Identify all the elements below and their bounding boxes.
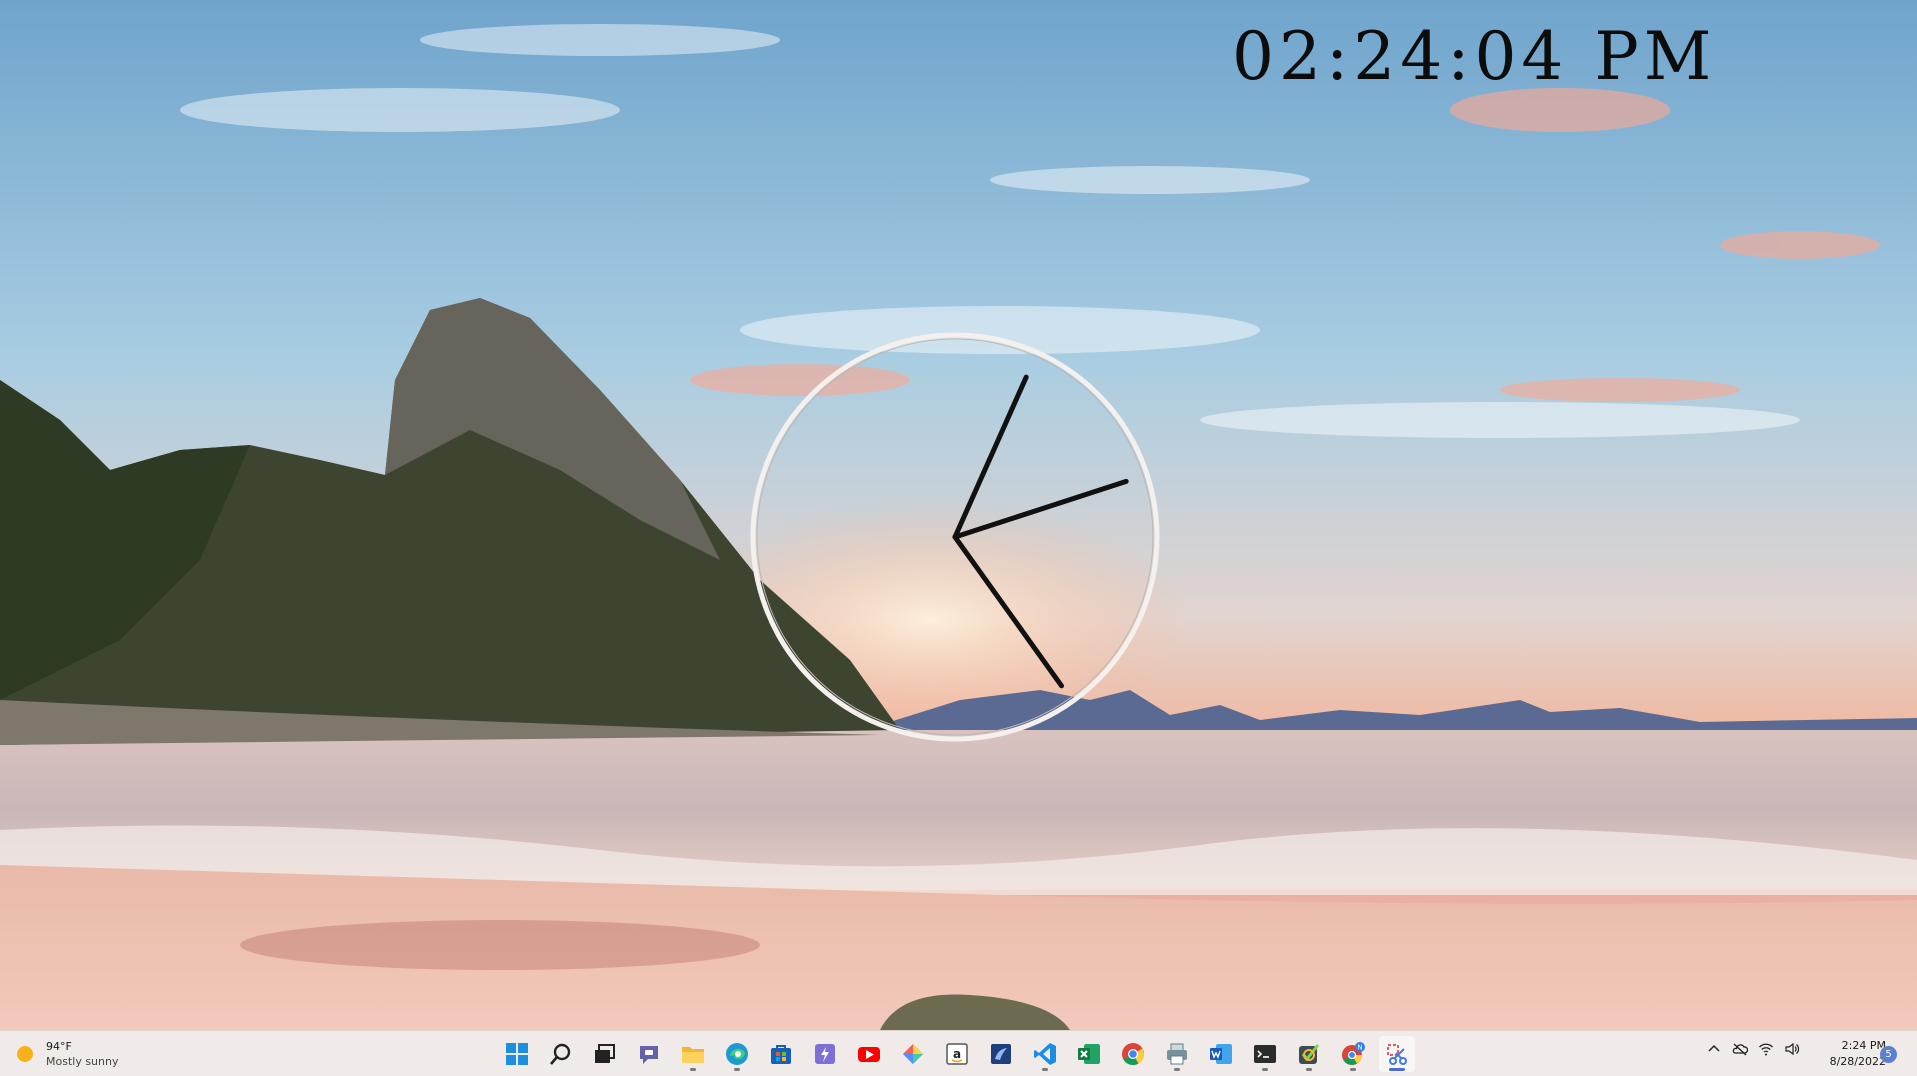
vscode-icon — [1034, 1043, 1056, 1065]
excel-icon — [1078, 1044, 1100, 1064]
running-indicator — [1042, 1068, 1048, 1071]
teams-chat-icon — [640, 1046, 658, 1064]
taskbar-file-explorer[interactable] — [675, 1036, 711, 1072]
taskbar-edge[interactable] — [719, 1036, 755, 1072]
running-indicator — [1262, 1068, 1268, 1071]
weather-condition: Mostly sunny — [46, 1055, 119, 1068]
taskbar-chrome[interactable] — [1115, 1036, 1151, 1072]
youtube-icon — [858, 1047, 880, 1062]
terminal-icon — [1254, 1045, 1276, 1063]
windows-logo-icon — [506, 1043, 528, 1065]
colorful-diamond-icon — [903, 1044, 923, 1064]
chrome-profile-icon: N — [1342, 1042, 1365, 1065]
taskbar-time: 2:24 PM — [1841, 1039, 1886, 1052]
taskbar-date: 8/28/2022 — [1829, 1055, 1886, 1068]
power-automate-icon — [815, 1044, 835, 1064]
folder-icon — [682, 1047, 704, 1063]
sql-server-icon — [991, 1044, 1011, 1064]
running-indicator — [1306, 1068, 1312, 1071]
chevron-up-icon[interactable] — [1706, 1041, 1722, 1057]
edge-icon — [726, 1043, 748, 1065]
taskbar-task-app[interactable] — [1291, 1036, 1327, 1072]
onedrive-offline-icon[interactable] — [1732, 1041, 1748, 1057]
running-indicator — [734, 1068, 740, 1071]
taskbar-sql-server[interactable] — [983, 1036, 1019, 1072]
second-hand — [952, 374, 1029, 540]
taskbar-vscode[interactable] — [1027, 1036, 1063, 1072]
taskbar-printer-app[interactable] — [1159, 1036, 1195, 1072]
running-indicator — [1174, 1068, 1180, 1071]
taskbar-chat[interactable] — [631, 1036, 667, 1072]
taskbar-search[interactable] — [543, 1036, 579, 1072]
weather-widget[interactable]: 94°F Mostly sunny — [14, 1037, 118, 1071]
system-tray — [1706, 1041, 1800, 1057]
minute-hand — [952, 534, 1064, 689]
taskbar-task-view[interactable] — [587, 1036, 623, 1072]
svg-text:a: a — [953, 1047, 961, 1061]
hour-hand — [952, 478, 1129, 540]
store-icon — [771, 1045, 791, 1064]
checkmark-app-icon — [1299, 1044, 1320, 1064]
volume-icon[interactable] — [1784, 1041, 1800, 1057]
taskbar-terminal[interactable] — [1247, 1036, 1283, 1072]
printer-icon — [1167, 1043, 1187, 1065]
taskbar-start[interactable] — [499, 1036, 535, 1072]
taskbar-excel[interactable] — [1071, 1036, 1107, 1072]
taskbar-store[interactable] — [763, 1036, 799, 1072]
snipping-tool-icon — [1387, 1044, 1407, 1065]
taskbar-power-toys[interactable] — [895, 1036, 931, 1072]
amazon-icon: a — [946, 1043, 968, 1065]
taskbar-apps: a N — [499, 1036, 1415, 1072]
taskbar-youtube[interactable] — [851, 1036, 887, 1072]
running-indicator — [1350, 1068, 1356, 1071]
weather-temperature: 94°F — [46, 1040, 72, 1053]
chrome-icon — [1122, 1043, 1144, 1065]
search-icon — [550, 1043, 571, 1065]
svg-text:N: N — [1357, 1044, 1362, 1052]
taskbar-clock[interactable]: 2:24 PM 8/28/2022 — [1820, 1038, 1886, 1070]
notification-badge[interactable]: 5 — [1880, 1046, 1897, 1063]
wifi-icon[interactable] — [1758, 1041, 1774, 1057]
taskbar-snipping-tool[interactable] — [1379, 1036, 1415, 1072]
digital-clock: 02:24:04 PM — [1232, 18, 1717, 95]
taskbar-chrome-profile[interactable]: N — [1335, 1036, 1371, 1072]
active-indicator — [1389, 1068, 1405, 1071]
taskbar-word[interactable] — [1203, 1036, 1239, 1072]
taskbar-power-automate[interactable] — [807, 1036, 843, 1072]
taskbar: 94°F Mostly sunny a N 2:24 PM 8/28/2022 … — [0, 1030, 1917, 1076]
word-icon — [1210, 1044, 1232, 1064]
partly-sunny-icon — [17, 1046, 33, 1062]
task-view-icon — [595, 1044, 615, 1063]
taskbar-amazon[interactable]: a — [939, 1036, 975, 1072]
running-indicator — [690, 1068, 696, 1071]
analog-clock — [750, 332, 1160, 742]
